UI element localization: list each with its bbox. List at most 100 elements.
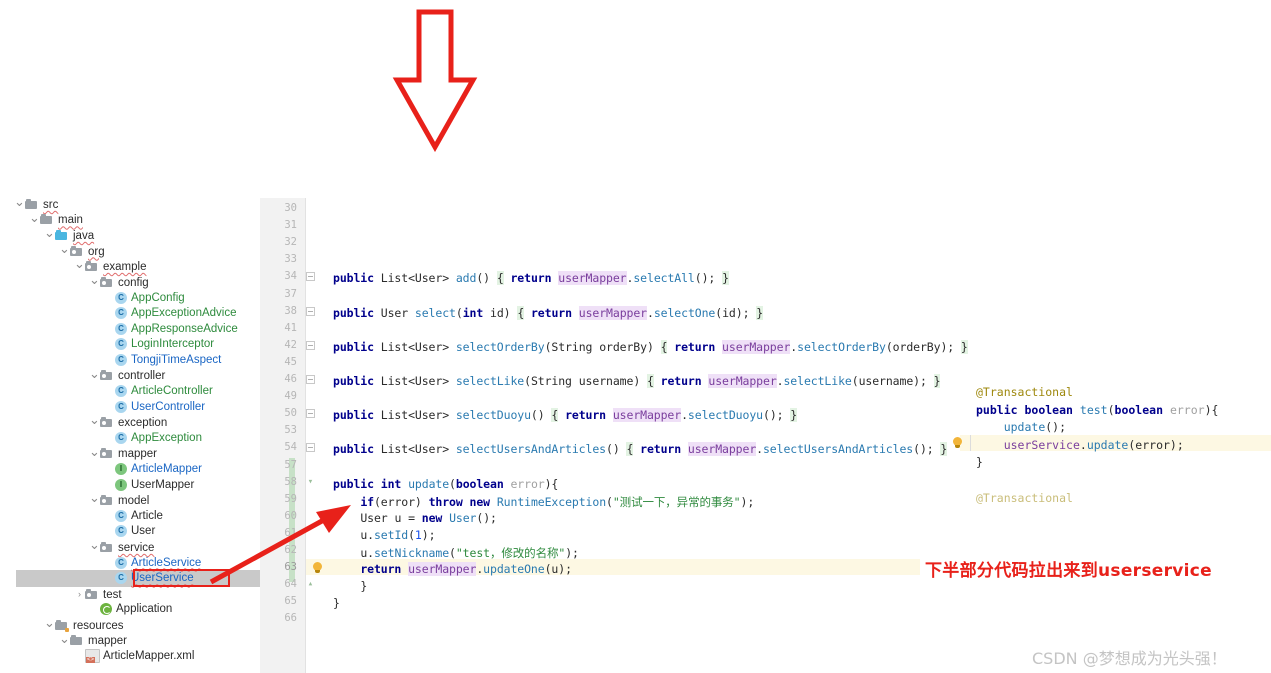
snippet-code-line[interactable]: } xyxy=(976,455,983,469)
tree-item-appexceptionadvice[interactable]: C AppExceptionAdvice xyxy=(0,307,262,323)
code-line[interactable]: public List<User> selectOrderBy(String o… xyxy=(333,339,968,354)
tree-item-label: java xyxy=(73,230,95,243)
code-line[interactable]: public List<User> selectUsersAndArticles… xyxy=(333,442,947,457)
tree-item-appconfig[interactable]: C AppConfig xyxy=(0,291,262,308)
code-line[interactable]: if(error) throw new RuntimeException("测试… xyxy=(333,494,754,510)
fold-region-arrow-icon[interactable]: ▾ xyxy=(305,477,316,487)
tree-item-label: TongjiTimeAspect xyxy=(131,353,222,366)
chevron-down-icon[interactable]: ⌄ xyxy=(29,210,40,226)
line-number: 31 xyxy=(284,219,297,232)
tree-item-label: config xyxy=(118,276,149,289)
code-line[interactable]: public int update(boolean error){ xyxy=(333,477,558,491)
java-class-icon: C xyxy=(115,556,127,569)
tree-item-label: ArticleMapper xyxy=(131,463,202,476)
tree-item-label: example xyxy=(103,261,147,274)
tree-item-usermapper[interactable]: I UserMapper xyxy=(0,478,262,495)
right-code-snippet[interactable]: @Transactional public boolean test(boolea… xyxy=(953,382,1271,507)
tree-item-appresponseadvice[interactable]: C AppResponseAdvice xyxy=(0,322,262,339)
chevron-down-icon[interactable]: ⌄ xyxy=(89,272,100,288)
tree-item-articlemapper-xml[interactable]: ArticleMapper.xml xyxy=(0,649,262,666)
red-note-annotation: 下半部分代码拉出来到userservice xyxy=(925,561,1212,581)
gutter-divider xyxy=(305,198,306,673)
line-number: 65 xyxy=(284,595,297,608)
tree-item-logininterceptor[interactable]: C LoginInterceptor xyxy=(0,338,262,354)
chevron-down-icon[interactable]: ⌄ xyxy=(44,225,55,241)
tree-item-config[interactable]: ⌄ config xyxy=(0,272,262,292)
code-line[interactable]: u.setNickname("test，修改的名称"); xyxy=(333,545,579,561)
tree-item-label: Article xyxy=(131,509,163,522)
fold-toggle-icon[interactable] xyxy=(306,272,315,282)
package-icon xyxy=(100,541,115,554)
tree-item-java[interactable]: ⌄ java xyxy=(0,225,262,245)
code-line[interactable]: public User select(int id) { return user… xyxy=(333,305,763,320)
package-icon xyxy=(85,588,100,601)
line-number: 66 xyxy=(284,612,297,625)
tree-item-resources[interactable]: ⌄ resources xyxy=(0,615,262,635)
snippet-code-line[interactable]: userService.update(error); xyxy=(976,438,1184,452)
code-line[interactable]: public List<User> add() { return userMap… xyxy=(333,271,729,286)
tree-item-label: UserMapper xyxy=(131,478,195,491)
tree-item-mapper[interactable]: ⌄ mapper xyxy=(0,444,262,464)
tree-item-articlecontroller[interactable]: C ArticleController xyxy=(0,385,262,401)
tree-item-example[interactable]: ⌄ example xyxy=(0,256,262,276)
tree-item-label: AppConfig xyxy=(131,291,185,304)
chevron-down-icon[interactable]: ⌄ xyxy=(74,256,85,272)
chevron-down-icon[interactable]: ⌄ xyxy=(89,537,100,553)
java-class-icon: C xyxy=(115,307,127,320)
chevron-down-icon[interactable]: ⌄ xyxy=(44,615,55,631)
fold-toggle-icon[interactable] xyxy=(306,409,315,419)
tree-item-articlemapper[interactable]: I ArticleMapper xyxy=(0,463,262,479)
tree-item-label: Application xyxy=(116,603,173,616)
fold-toggle-icon[interactable] xyxy=(306,443,315,453)
tree-item-label: test xyxy=(103,588,122,601)
chevron-down-icon[interactable]: ⌄ xyxy=(89,490,100,506)
tree-item-label: ArticleController xyxy=(131,385,213,398)
package-icon xyxy=(100,417,115,429)
line-number: 34 xyxy=(284,270,297,283)
line-number: 32 xyxy=(284,236,297,249)
tree-item-application[interactable]: Application xyxy=(0,603,262,619)
chevron-right-icon[interactable]: › xyxy=(74,587,85,603)
code-line[interactable]: public List<User> selectLike(String user… xyxy=(333,374,941,388)
line-number: 54 xyxy=(284,441,297,454)
tree-item-main[interactable]: ⌄ main xyxy=(0,210,262,230)
tree-item-controller[interactable]: ⌄ controller xyxy=(0,366,262,386)
snippet-code-line[interactable]: update(); xyxy=(976,420,1066,434)
fold-toggle-icon[interactable] xyxy=(306,340,315,350)
java-class-icon: C xyxy=(115,338,127,351)
fold-toggle-icon[interactable] xyxy=(306,375,315,384)
line-number: 58 xyxy=(284,475,297,488)
chevron-down-icon[interactable]: ⌄ xyxy=(59,241,70,257)
line-number: 46 xyxy=(284,373,297,385)
snippet-code-line[interactable]: @Transactional xyxy=(976,385,1073,399)
tree-item-label: src xyxy=(43,198,59,211)
chevron-down-icon[interactable]: ⌄ xyxy=(59,631,70,647)
tree-item-usercontroller[interactable]: C UserController xyxy=(0,400,262,417)
code-line[interactable]: } xyxy=(333,596,340,610)
tree-item-label: User xyxy=(131,525,156,538)
tree-item-org[interactable]: ⌄ org xyxy=(0,241,262,261)
tree-item-appexception[interactable]: C AppException xyxy=(0,431,262,448)
tree-item-tongjitimeaspect[interactable]: C TongjiTimeAspect xyxy=(0,353,262,370)
tree-item-label: resources xyxy=(73,619,124,632)
fold-toggle-icon[interactable] xyxy=(306,306,315,316)
tree-item-label: ArticleService xyxy=(131,556,202,569)
chevron-down-icon[interactable]: ⌄ xyxy=(89,444,100,460)
code-line[interactable]: public List<User> selectDuoyu() { return… xyxy=(333,408,797,423)
code-line[interactable]: User u = new User(); xyxy=(333,511,497,525)
chevron-down-icon[interactable]: ⌄ xyxy=(89,412,100,428)
tree-item-exception[interactable]: ⌄ exception xyxy=(0,412,262,432)
spring-boot-icon xyxy=(100,603,112,616)
code-line[interactable]: return userMapper.updateOne(u); xyxy=(333,562,572,577)
chevron-down-icon[interactable]: ⌄ xyxy=(89,366,100,382)
code-editor[interactable]: 30 31 32 33 34 37 38 41 42 45 46 49 50 53 54 57 58 59 60 61… xyxy=(260,198,968,673)
snippet-code-line[interactable]: @Transactional xyxy=(976,491,1073,505)
tree-item-mapper[interactable]: ⌄ mapper xyxy=(0,631,262,651)
snippet-code-line[interactable]: public boolean test(boolean error){ xyxy=(976,403,1218,417)
line-number: 53 xyxy=(284,424,297,437)
chevron-down-icon[interactable]: ⌄ xyxy=(14,194,25,210)
intention-bulb-icon[interactable] xyxy=(952,437,963,450)
tree-item-test[interactable]: › test xyxy=(0,588,262,604)
tree-item-label: exception xyxy=(118,417,168,430)
project-tree[interactable]: ⌄ src ⌄ main ⌄ java ⌄ org ⌄ example ⌄ config C AppCon… xyxy=(0,194,262,673)
